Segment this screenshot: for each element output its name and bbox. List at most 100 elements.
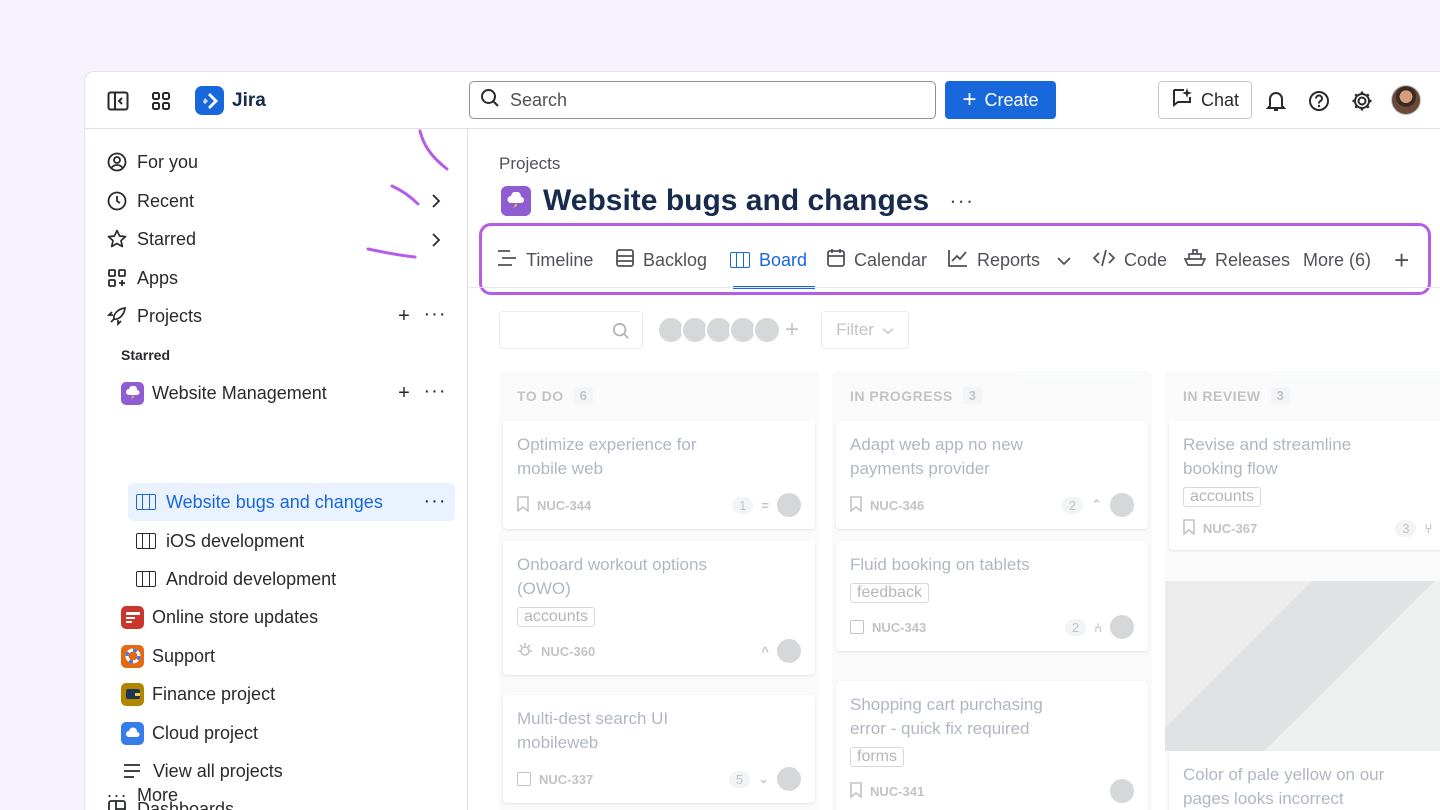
tab-releases[interactable]: Releases [1183, 240, 1290, 280]
sidebar-item-starred[interactable]: Starred [107, 222, 196, 256]
sidebar-item-apps[interactable]: Apps [107, 261, 178, 295]
issue-card[interactable]: Shopping cart purchasing error - quick f… [836, 681, 1148, 810]
card-title: Revise and streamline booking flow [1183, 435, 1352, 478]
add-assignee-button[interactable]: + [785, 316, 799, 344]
avatar[interactable] [753, 316, 781, 344]
project-more-button[interactable]: ··· [424, 380, 446, 402]
bell-icon[interactable] [1263, 88, 1289, 114]
task-icon [850, 620, 864, 634]
bookmark-icon [1183, 519, 1195, 538]
annotation-scribbles [366, 129, 449, 259]
issue-card[interactable]: Color of pale yellow on our pages looks … [1169, 751, 1440, 810]
create-button[interactable]: + Create [945, 81, 1056, 119]
board-search-input[interactable] [499, 311, 643, 349]
rocket-icon [107, 306, 127, 326]
issue-card[interactable]: Multi-dest search UI mobileweb NUC-337 5… [503, 695, 815, 803]
card-title: Shopping cart purchasing error - quick f… [850, 695, 1043, 738]
column-header: TO DO 6 [517, 387, 594, 404]
avatar[interactable] [777, 493, 801, 517]
tab-board[interactable]: Board [730, 240, 807, 280]
issue-key[interactable]: NUC-337 [539, 772, 593, 787]
issue-card[interactable]: Fluid booking on tablets feedback NUC-34… [836, 541, 1148, 651]
card-label: accounts [1183, 487, 1262, 507]
avatar[interactable] [1110, 779, 1134, 803]
column-count: 3 [1270, 387, 1291, 404]
bookmark-icon [517, 495, 529, 515]
assignee-avatars[interactable]: + [657, 316, 799, 344]
project-support[interactable]: Support [121, 639, 215, 673]
sub-item-website-bugs[interactable]: Website bugs and changes [128, 483, 455, 521]
project-website-management[interactable]: Website Management [121, 376, 327, 410]
board-icon [136, 494, 156, 510]
chat-button[interactable]: Chat [1158, 81, 1252, 119]
project-online-store-updates[interactable]: Online store updates [121, 600, 318, 634]
avatar[interactable] [1110, 493, 1134, 517]
breadcrumb[interactable]: Projects [499, 154, 560, 174]
card-title: Optimize experience for mobile web [517, 435, 697, 478]
avatar[interactable] [1110, 615, 1134, 639]
filter-button[interactable]: Filter [821, 311, 909, 349]
top-navigation-bar: Jira + Create Chat [85, 72, 1440, 129]
sidebar-item-label: Recent [137, 190, 195, 211]
chevron-right-icon[interactable] [427, 231, 445, 249]
issue-card[interactable]: Adapt web app no new payments provider N… [836, 421, 1148, 529]
backlog-icon [616, 248, 634, 272]
sub-item-label: iOS development [166, 530, 305, 551]
title-more-button[interactable]: ··· [949, 188, 974, 214]
issue-key[interactable]: NUC-367 [1203, 521, 1257, 536]
tab-backlog[interactable]: Backlog [616, 240, 707, 280]
tab-timeline[interactable]: Timeline [497, 240, 593, 280]
sidebar-item-projects[interactable]: Projects [107, 299, 202, 333]
jira-logo-icon [195, 86, 224, 115]
tab-calendar[interactable]: Calendar [827, 240, 927, 280]
jira-brand[interactable]: Jira [195, 86, 266, 115]
bookmark-icon [850, 781, 862, 801]
search-input[interactable] [510, 89, 890, 111]
clock-icon [107, 191, 127, 211]
issue-card[interactable]: Optimize experience for mobile web NUC-3… [503, 421, 815, 529]
projects-more-button[interactable]: ··· [424, 303, 446, 325]
issue-card[interactable]: Revise and streamline booking flow accou… [1169, 421, 1440, 550]
card-footer: NUC-337 5 ⌄ [517, 767, 801, 791]
search-box[interactable] [469, 81, 936, 119]
tab-label: Code [1124, 249, 1168, 270]
tab-code[interactable]: Code [1092, 240, 1168, 280]
card-title: Adapt web app no new payments provider [850, 435, 1023, 478]
user-avatar[interactable] [1391, 85, 1421, 115]
add-tab-button[interactable]: + [1394, 240, 1409, 280]
help-icon[interactable] [1306, 88, 1332, 114]
issue-key[interactable]: NUC-346 [870, 498, 924, 513]
tab-more[interactable]: More (6) [1303, 240, 1371, 280]
project-finance[interactable]: Finance project [121, 677, 275, 711]
sidebar-item-for-you[interactable]: For you [107, 145, 198, 179]
issue-key[interactable]: NUC-343 [872, 620, 926, 635]
add-project-button[interactable]: + [393, 305, 415, 327]
issue-key[interactable]: NUC-341 [870, 784, 924, 799]
issue-key[interactable]: NUC-360 [541, 644, 595, 659]
sidebar-item-more[interactable]: ··· More [107, 778, 179, 810]
chevron-right-icon[interactable] [427, 192, 445, 210]
avatar[interactable] [777, 639, 801, 663]
board-more-button[interactable]: ··· [424, 490, 446, 512]
chat-sparkle-icon [1171, 87, 1193, 114]
tab-reports[interactable]: Reports [948, 240, 1071, 280]
issue-key[interactable]: NUC-344 [537, 498, 591, 513]
issue-card[interactable]: Onboard workout options (OWO) accounts N… [503, 541, 815, 675]
page-title: Website bugs and changes [543, 184, 930, 217]
page-header: Website bugs and changes ··· [501, 184, 974, 218]
chevron-down-icon[interactable] [1057, 250, 1071, 271]
add-item-button[interactable]: + [393, 382, 415, 404]
project-label: Online store updates [152, 606, 319, 627]
sidebar-item-label: For you [137, 151, 199, 172]
sub-item-android-development[interactable]: Android development [128, 560, 455, 598]
settings-icon[interactable] [1349, 88, 1375, 114]
sidebar-item-recent[interactable]: Recent [107, 184, 194, 218]
project-cloud[interactable]: Cloud project [121, 716, 258, 750]
sidebar-toggle-icon[interactable] [105, 88, 131, 114]
avatar[interactable] [777, 767, 801, 791]
sub-item-ios-development[interactable]: iOS development [128, 522, 455, 560]
app-switcher-icon[interactable] [148, 88, 174, 114]
star-icon [107, 229, 127, 249]
list-icon [121, 763, 143, 779]
board-icon [730, 252, 750, 268]
